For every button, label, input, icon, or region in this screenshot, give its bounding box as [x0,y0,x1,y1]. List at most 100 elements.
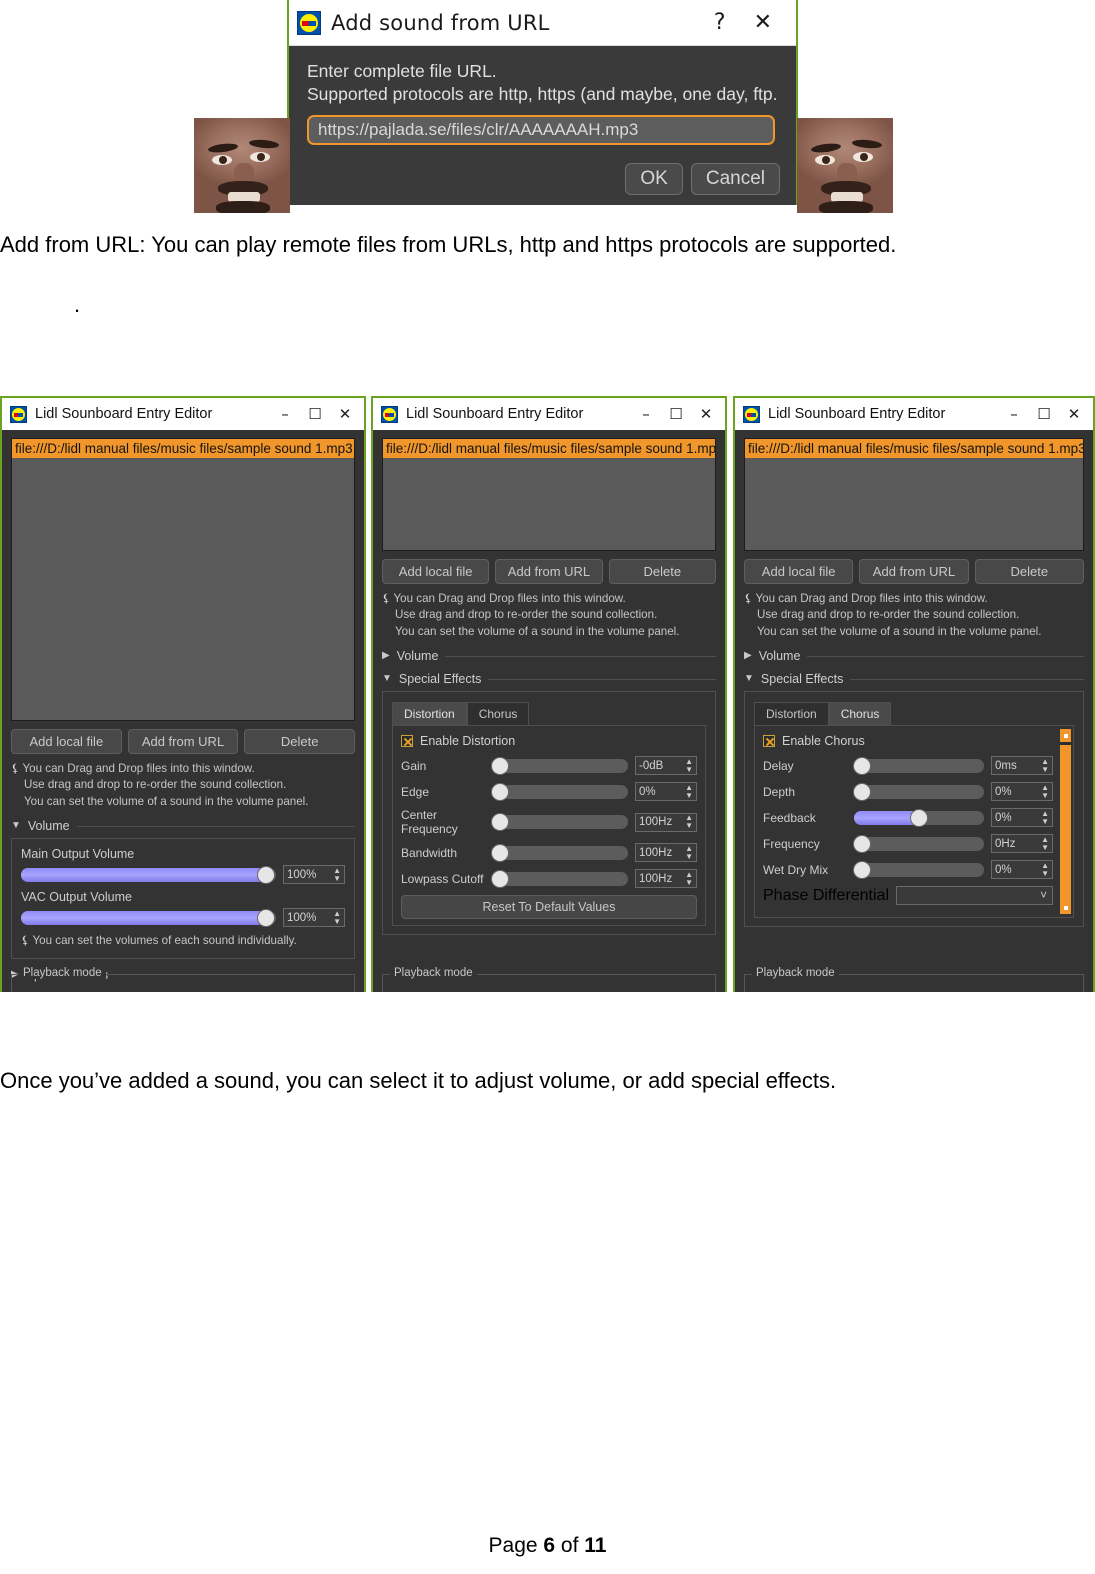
bandwidth-stepper[interactable]: 100Hz ▲ ▼ [635,843,697,863]
lowpass-cutoff-slider[interactable] [492,870,628,887]
slider-row: Depth 0% ▲ ▼ [763,782,1053,802]
delete-button[interactable]: Delete [974,559,1084,584]
special-effects-section-toggle[interactable]: ▼ Special Effects [744,672,1084,686]
close-icon[interactable]: ✕ [740,11,786,34]
slider-row: Feedback 0% ▲ ▼ [763,808,1053,828]
add-sound-from-url-dialog: Add sound from URL ? ✕ Enter complete fi… [287,0,798,205]
playback-mode-label: Playback mode [390,967,477,979]
add-from-url-button[interactable]: Add from URL [859,559,969,584]
delay-stepper[interactable]: 0ms ▲ ▼ [991,756,1053,776]
gain-slider[interactable] [492,757,628,774]
tip-line-3: You can set the volume of a sound in the… [757,624,1042,638]
sound-list[interactable]: file:///D:/lidl manual files/music files… [382,438,716,551]
list-item[interactable]: file:///D:/lidl manual files/music files… [745,439,1083,458]
cancel-button[interactable]: Cancel [690,163,780,195]
stray-period: . [74,292,81,317]
file-action-buttons: Add local file Add from URL Delete [11,729,356,754]
help-icon[interactable]: ? [700,11,740,34]
phase-differential-select[interactable]: ˅ [896,886,1053,906]
maximize-icon[interactable]: ☐ [661,406,691,422]
list-item[interactable]: file:///D:/lidl manual files/music files… [12,439,354,458]
scroll-up-arrow-icon[interactable] [1060,729,1071,743]
slider-label: Lowpass Cutoff [401,871,484,886]
lowpass-cutoff-stepper[interactable]: 100Hz ▲ ▼ [635,869,697,889]
tab-distortion[interactable]: Distortion [754,702,829,726]
main-output-volume-row: 100% ▲ ▼ [21,865,345,885]
lightbulb-icon: ⚸ [744,592,753,605]
vac-output-volume-slider[interactable] [21,909,276,926]
enable-chorus-checkbox[interactable]: Enable Chorus [763,734,1053,748]
stepper-arrows-icon[interactable]: ▲ ▼ [1041,861,1049,878]
stepper-arrows-icon[interactable]: ▲ ▼ [1041,757,1049,774]
tab-chorus[interactable]: Chorus [466,702,530,726]
stepper-arrows-icon[interactable]: ▲ ▼ [685,870,693,887]
url-input[interactable] [307,115,775,146]
list-item[interactable]: file:///D:/lidl manual files/music files… [383,439,715,458]
ok-button[interactable]: OK [625,163,683,195]
maximize-icon[interactable]: ☐ [1029,406,1059,422]
sound-list[interactable]: file:///D:/lidl manual files/music files… [744,438,1084,551]
reset-to-default-button[interactable]: Reset To Default Values [401,895,697,920]
volume-tip: ⚸ You can set the volumes of each sound … [21,934,297,948]
close-icon[interactable]: ✕ [691,406,721,422]
wet-dry-mix-slider[interactable] [854,861,984,878]
delete-button[interactable]: Delete [244,729,356,754]
feedback-stepper[interactable]: 0% ▲ ▼ [991,808,1053,828]
stepper-arrows-icon[interactable]: ▲ ▼ [685,783,693,800]
scroll-down-arrow-icon[interactable] [1060,901,1071,915]
volume-section-toggle[interactable]: ▼ Volume [11,819,355,833]
effects-scrollbar[interactable] [1060,729,1071,915]
stepper-arrows-icon[interactable]: ▲ ▼ [685,844,693,861]
stepper-arrows-icon[interactable]: ▲ ▼ [333,866,341,883]
stepper-arrows-icon[interactable]: ▲ ▼ [333,909,341,926]
wet-dry-mix-stepper[interactable]: 0% ▲ ▼ [991,860,1053,880]
stepper-arrows-icon[interactable]: ▲ ▼ [1041,783,1049,800]
center-frequency-stepper[interactable]: 100Hz ▲ ▼ [635,812,697,832]
close-icon[interactable]: ✕ [1059,406,1089,422]
page-footer: Page 6 of 11 [0,1534,1095,1558]
special-effects-section-toggle[interactable]: ▼ Special Effects [382,672,716,686]
delete-button[interactable]: Delete [608,559,716,584]
frequency-stepper[interactable]: 0Hz ▲ ▼ [991,834,1053,854]
stepper-arrows-icon[interactable]: ▲ ▼ [1041,809,1049,826]
add-local-file-button[interactable]: Add local file [11,729,122,754]
delay-slider[interactable] [854,757,984,774]
scrollbar-thumb[interactable] [1060,745,1071,911]
frequency-slider[interactable] [854,835,984,852]
stepper-arrows-icon[interactable]: ▲ ▼ [685,757,693,774]
minimize-icon[interactable]: – [631,406,661,422]
volume-section-toggle[interactable]: ▶ Volume [382,649,716,663]
bandwidth-slider[interactable] [492,844,628,861]
edge-stepper[interactable]: 0% ▲ ▼ [635,782,697,802]
window3-titlebar: Lidl Sounboard Entry Editor – ☐ ✕ [735,398,1093,430]
maximize-icon[interactable]: ☐ [300,406,330,422]
main-output-volume-stepper[interactable]: 100% ▲ ▼ [283,865,345,885]
center-frequency-slider[interactable] [492,814,628,831]
dialog-button-row: OK Cancel [625,163,780,195]
minimize-icon[interactable]: – [999,406,1029,422]
vac-output-volume-stepper[interactable]: 100% ▲ ▼ [283,908,345,928]
edge-slider[interactable] [492,783,628,800]
add-local-file-button[interactable]: Add local file [382,559,490,584]
sound-list[interactable]: file:///D:/lidl manual files/music files… [11,438,355,721]
main-output-volume-slider[interactable] [21,866,276,883]
depth-stepper[interactable]: 0% ▲ ▼ [991,782,1053,802]
tab-chorus[interactable]: Chorus [828,702,892,726]
minimize-icon[interactable]: – [270,406,300,422]
feedback-slider[interactable] [854,809,984,826]
stepper-arrows-icon[interactable]: ▲ ▼ [1041,835,1049,852]
lidl-logo-icon [297,10,321,35]
enable-distortion-checkbox[interactable]: Enable Distortion [401,734,697,748]
close-icon[interactable]: ✕ [330,406,360,422]
depth-slider[interactable] [854,783,984,800]
tab-distortion[interactable]: Distortion [392,702,467,726]
slider-label: Edge [401,784,430,799]
stepper-arrows-icon[interactable]: ▲ ▼ [685,814,693,830]
add-from-url-button[interactable]: Add from URL [127,729,239,754]
gain-stepper[interactable]: -0dB ▲ ▼ [635,756,697,776]
volume-section-toggle[interactable]: ▶ Volume [744,649,1084,663]
add-from-url-button[interactable]: Add from URL [495,559,603,584]
add-local-file-button[interactable]: Add local file [744,559,854,584]
window2-body: file:///D:/lidl manual files/music files… [373,430,725,992]
drag-drop-tips: ⚸ You can Drag and Drop files into this … [382,591,716,640]
